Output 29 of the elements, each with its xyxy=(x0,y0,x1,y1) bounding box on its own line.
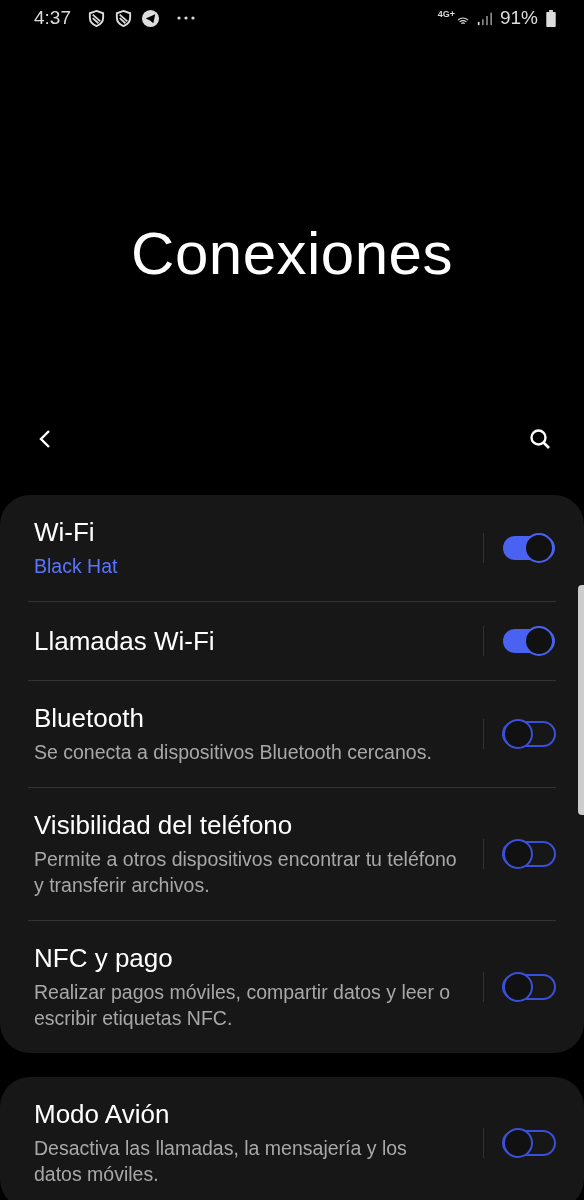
setting-description: Desactiva las llamadas, la mensajería y los datos móviles. xyxy=(34,1136,408,1187)
setting-label[interactable]: Llamadas Wi-Fi xyxy=(34,625,471,657)
toggle-switch[interactable] xyxy=(502,625,556,657)
battery-level: 91% xyxy=(499,7,538,29)
shield-icon xyxy=(87,8,106,28)
setting-label[interactable]: Bluetooth xyxy=(34,703,471,734)
toggle-switch[interactable] xyxy=(502,838,556,870)
setting-label[interactable]: Wi-Fi xyxy=(34,517,471,548)
setting-label[interactable]: Modo Avión xyxy=(34,1099,471,1130)
shield-icon xyxy=(114,8,133,28)
page-title: Conexiones xyxy=(131,218,453,288)
search-icon[interactable] xyxy=(528,427,552,451)
setting-label[interactable]: Visibilidad del teléfono xyxy=(34,810,471,841)
toggle-switch[interactable] xyxy=(502,1127,556,1159)
wifi-icon xyxy=(456,16,469,26)
setting-description: Black Hat xyxy=(34,554,119,579)
status-time: 4:37 xyxy=(34,7,71,29)
battery-icon xyxy=(546,9,556,27)
toggle-switch[interactable] xyxy=(502,532,556,564)
setting-description: Permite a otros dispositivos encontrar tu teléfono y transferir archivos. xyxy=(34,847,458,898)
send-icon xyxy=(141,8,160,28)
setting-description: Se conecta a dispositivos Bluetooth cercanos. xyxy=(34,740,433,765)
network-type: 4G+ xyxy=(437,9,455,19)
setting-label[interactable]: NFC y pago xyxy=(34,943,471,974)
more-icon xyxy=(176,15,196,21)
setting-description: Realizar pagos móviles, compartir datos y leer o escribir etiquetas NFC. xyxy=(34,980,452,1031)
signal-icon xyxy=(476,10,492,26)
toggle-switch[interactable] xyxy=(502,971,556,1003)
toggle-switch[interactable] xyxy=(502,718,556,750)
